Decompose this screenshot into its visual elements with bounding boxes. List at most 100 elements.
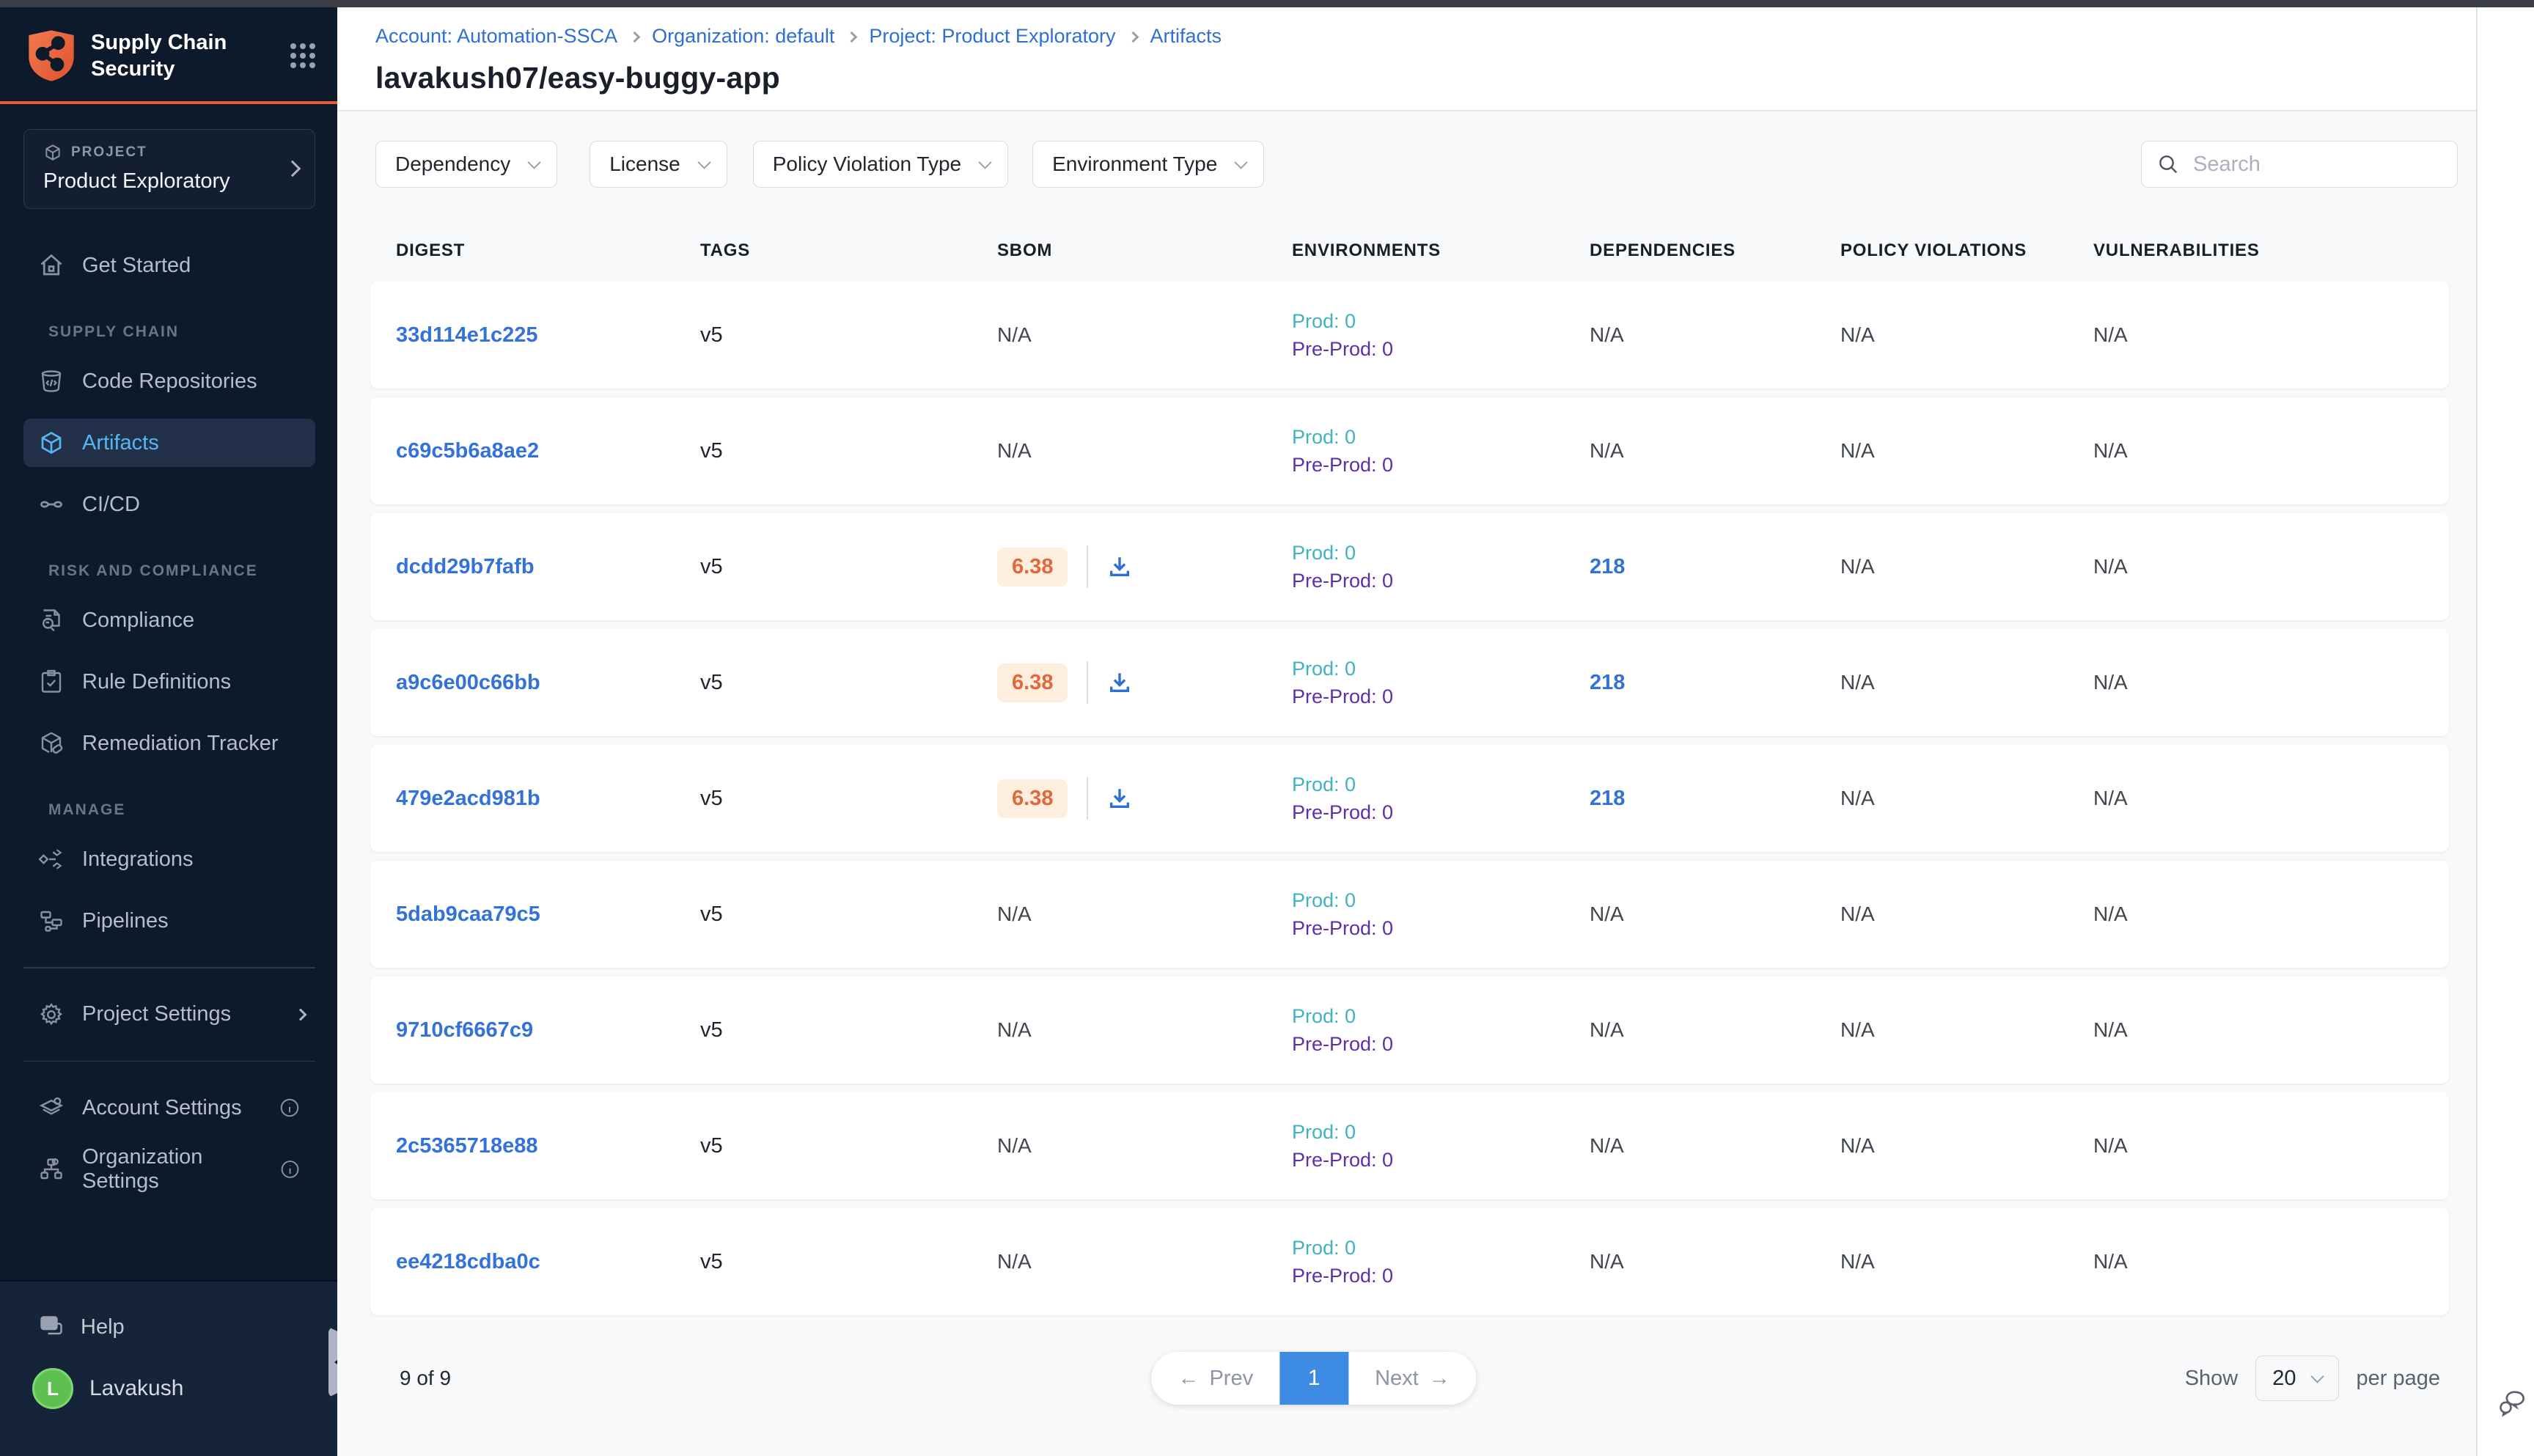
dependencies-count[interactable]: 218 — [1590, 787, 1625, 810]
digest-link[interactable]: 5dab9caa79c5 — [396, 902, 540, 926]
chevron-down-icon — [697, 155, 710, 169]
breadcrumb-project[interactable]: Project: Product Exploratory — [869, 25, 1115, 48]
vulnerabilities-value: N/A — [2093, 439, 2128, 462]
sidebar-item-integrations[interactable]: Integrations — [23, 835, 315, 883]
sidebar-item-project-settings[interactable]: Project Settings — [23, 990, 315, 1039]
dependencies-count: N/A — [1590, 1018, 1624, 1041]
breadcrumb-organization[interactable]: Organization: default — [652, 25, 834, 48]
dependencies-count[interactable]: 218 — [1590, 555, 1625, 578]
arrow-left-icon: ← — [1178, 1367, 1199, 1391]
sidebar-item-rule-definitions[interactable]: Rule Definitions — [23, 658, 315, 706]
digest-link[interactable]: ee4218cdba0c — [396, 1250, 540, 1273]
environment-type-filter-dropdown[interactable]: Environment Type — [1032, 141, 1264, 188]
sidebar-item-account-settings[interactable]: Account Settings — [23, 1084, 315, 1132]
table-row[interactable]: dcdd29b7fafb v5 6.38 Prod: 0 Pre-Prod: 0… — [370, 513, 2449, 620]
user-name: Lavakush — [89, 1376, 183, 1401]
digest-link[interactable]: dcdd29b7fafb — [396, 555, 535, 578]
env-prod-count: Prod: 0 — [1292, 307, 1590, 335]
prev-page-button[interactable]: ← Prev — [1151, 1352, 1279, 1405]
tag-value: v5 — [700, 671, 723, 694]
sidebar-item-pipelines[interactable]: Pipelines — [23, 897, 315, 945]
tag-value: v5 — [700, 439, 723, 463]
document-search-icon — [38, 607, 65, 633]
sbom-na: N/A — [997, 1018, 1032, 1042]
policy-violation-type-filter-dropdown[interactable]: Policy Violation Type — [753, 141, 1008, 188]
sbom-cell: 6.38 — [997, 661, 1292, 704]
page-1-button[interactable]: 1 — [1279, 1352, 1348, 1405]
sidebar-item-compliance[interactable]: Compliance — [23, 596, 315, 644]
environments-cell: Prod: 0 Pre-Prod: 0 — [1292, 655, 1590, 710]
project-selector[interactable]: PROJECT Product Exploratory — [23, 129, 315, 209]
download-sbom-icon[interactable] — [1107, 786, 1132, 811]
dependencies-count[interactable]: 218 — [1590, 671, 1625, 694]
breadcrumb-artifacts[interactable]: Artifacts — [1150, 25, 1222, 48]
svg-text:?: ? — [46, 1318, 52, 1329]
policy-violations-value: N/A — [1840, 1018, 1875, 1041]
tag-value: v5 — [700, 1250, 723, 1273]
policy-violations-value: N/A — [1840, 1134, 1875, 1157]
dependency-filter-dropdown[interactable]: Dependency — [375, 141, 557, 188]
sidebar-item-organization-settings[interactable]: Organization Settings — [23, 1145, 315, 1194]
info-icon — [279, 1097, 301, 1119]
sbom-cell: N/A — [997, 1250, 1292, 1273]
sbom-cell: 6.38 — [997, 777, 1292, 820]
digest-link[interactable]: 479e2acd981b — [396, 787, 540, 810]
digest-link[interactable]: a9c6e00c66bb — [396, 671, 540, 694]
chevron-right-icon — [629, 32, 641, 43]
sidebar-item-code-repositories[interactable]: Code Repositories — [23, 357, 315, 405]
tag-value: v5 — [700, 323, 723, 347]
vulnerabilities-value: N/A — [2093, 323, 2128, 346]
module-grid-icon[interactable] — [290, 43, 315, 68]
table-row[interactable]: 9710cf6667c9 v5 N/A Prod: 0 Pre-Prod: 0 … — [370, 977, 2449, 1084]
env-prod-count: Prod: 0 — [1292, 1234, 1590, 1262]
download-sbom-icon[interactable] — [1107, 554, 1132, 579]
sidebar-item-remediation-tracker[interactable]: Remediation Tracker — [23, 719, 315, 768]
digest-link[interactable]: 33d114e1c225 — [396, 323, 538, 347]
sidebar-item-get-started[interactable]: Get Started — [23, 241, 315, 290]
breadcrumb-account[interactable]: Account: Automation-SSCA — [375, 25, 617, 48]
license-filter-dropdown[interactable]: License — [590, 141, 727, 188]
cube-icon — [43, 143, 62, 162]
env-preprod-count: Pre-Prod: 0 — [1292, 567, 1590, 595]
page-header: Account: Automation-SSCA Organization: d… — [337, 7, 2476, 111]
page-size-dropdown[interactable]: 20 — [2255, 1356, 2338, 1401]
pager: ← Prev 1 Next → — [1151, 1352, 1476, 1405]
help-button[interactable]: ? Help — [38, 1306, 337, 1347]
sbom-score-badge: 6.38 — [997, 779, 1068, 818]
sbom-score-badge: 6.38 — [997, 663, 1068, 702]
search-input[interactable] — [2193, 152, 2442, 177]
sbom-na: N/A — [997, 1134, 1032, 1158]
pagination-summary: 9 of 9 — [400, 1367, 451, 1390]
table-row[interactable]: 5dab9caa79c5 v5 N/A Prod: 0 Pre-Prod: 0 … — [370, 861, 2449, 968]
env-preprod-count: Pre-Prod: 0 — [1292, 1030, 1590, 1058]
chevron-right-icon — [284, 160, 301, 177]
env-prod-count: Prod: 0 — [1292, 1118, 1590, 1146]
right-gutter — [2476, 7, 2534, 1456]
table-row[interactable]: 479e2acd981b v5 6.38 Prod: 0 Pre-Prod: 0… — [370, 745, 2449, 852]
next-page-button[interactable]: Next → — [1348, 1352, 1477, 1405]
sbom-score-badge: 6.38 — [997, 548, 1068, 587]
user-menu[interactable]: L Lavakush — [32, 1368, 337, 1409]
table-row[interactable]: a9c6e00c66bb v5 6.38 Prod: 0 Pre-Prod: 0… — [370, 629, 2449, 736]
sidebar-item-cicd[interactable]: CI/CD — [23, 480, 315, 529]
table-row[interactable]: 33d114e1c225 v5 N/A Prod: 0 Pre-Prod: 0 … — [370, 282, 2449, 389]
sidebar-item-artifacts[interactable]: Artifacts — [23, 419, 315, 467]
vulnerabilities-value: N/A — [2093, 1018, 2128, 1041]
digest-link[interactable]: 9710cf6667c9 — [396, 1018, 533, 1042]
table-row[interactable]: ee4218cdba0c v5 N/A Prod: 0 Pre-Prod: 0 … — [370, 1208, 2449, 1315]
digest-link[interactable]: 2c5365718e88 — [396, 1134, 538, 1158]
divider — [23, 967, 315, 968]
table-row[interactable]: c69c5b6a8ae2 v5 N/A Prod: 0 Pre-Prod: 0 … — [370, 397, 2449, 504]
environments-cell: Prod: 0 Pre-Prod: 0 — [1292, 886, 1590, 942]
env-preprod-count: Pre-Prod: 0 — [1292, 1262, 1590, 1290]
download-sbom-icon[interactable] — [1107, 670, 1132, 695]
chevron-right-icon — [295, 1008, 307, 1021]
digest-link[interactable]: c69c5b6a8ae2 — [396, 439, 539, 463]
table-row[interactable]: 2c5365718e88 v5 N/A Prod: 0 Pre-Prod: 0 … — [370, 1092, 2449, 1199]
chat-support-icon[interactable] — [2495, 1389, 2527, 1418]
integrations-icon — [38, 846, 65, 872]
env-preprod-count: Pre-Prod: 0 — [1292, 798, 1590, 826]
env-prod-count: Prod: 0 — [1292, 423, 1590, 451]
tag-value: v5 — [700, 787, 723, 810]
env-preprod-count: Pre-Prod: 0 — [1292, 1146, 1590, 1174]
